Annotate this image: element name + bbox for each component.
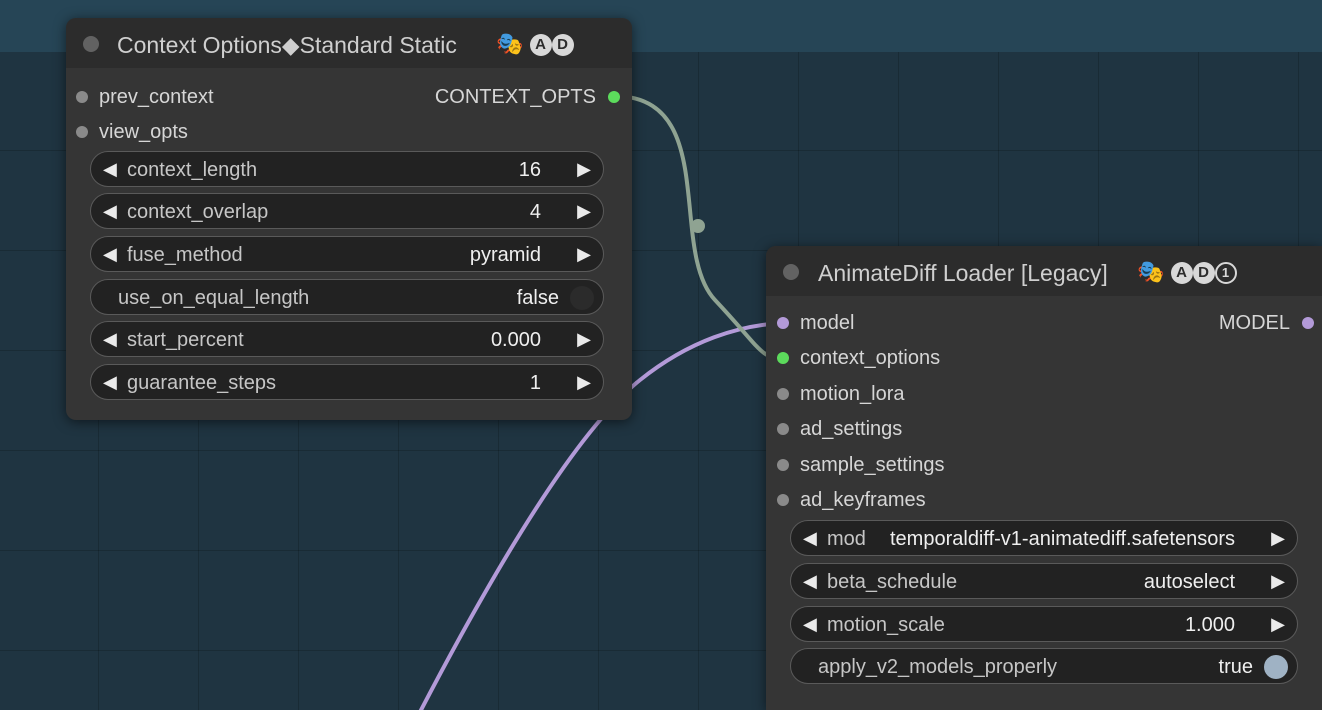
widget-label: motion_scale [827,614,945,636]
output-slot-label: CONTEXT_OPTS [434,86,596,108]
output-slot-dot[interactable] [608,91,620,103]
node-title: AnimateDiff Loader [Legacy] [818,260,1108,286]
widget-value[interactable]: pyramid [470,244,541,267]
decrement-arrow-icon[interactable]: ◀ [103,201,117,222]
input-slot-prev-context[interactable]: prev_context [66,82,366,112]
widget-value[interactable]: 1.000 [1185,614,1235,637]
widget-context-overlap[interactable]: ◀ context_overlap 4 ▶ [90,193,604,229]
widget-value[interactable]: 16 [519,159,541,182]
badge-1-icon: 1 [1214,262,1237,284]
input-slot-context-options[interactable]: context_options [766,343,1066,373]
input-slot-ad-keyframes[interactable]: ad_keyframes [766,485,1066,515]
widget-start-percent[interactable]: ◀ start_percent 0.000 ▶ [90,321,604,357]
widget-value: true [1218,656,1253,678]
previous-option-icon[interactable]: ◀ [803,528,817,549]
animatediff-loader-node[interactable]: AnimateDiff Loader [Legacy] 🎭 AD1 model … [766,246,1322,710]
next-option-icon[interactable]: ▶ [1271,528,1285,549]
decrement-arrow-icon[interactable]: ◀ [103,372,117,393]
node-title: Context Options◆Standard Static [117,32,457,58]
widget-apply-v2-models-properly[interactable]: apply_v2_models_properly true [790,648,1298,684]
increment-arrow-icon[interactable]: ▶ [577,201,591,222]
widget-value[interactable]: 1 [530,372,541,395]
performing-arts-icon: 🎭 [1137,259,1165,284]
context-options-node[interactable]: Context Options◆Standard Static 🎭 AD pre… [66,18,632,420]
input-slot-dot[interactable] [777,459,789,471]
link-midpoint-handle[interactable] [691,219,705,233]
decrement-arrow-icon[interactable]: ◀ [103,329,117,350]
widget-label: guarantee_steps [127,372,277,394]
widget-model-name[interactable]: ◀ mod temporaldiff-v1-animatediff.safete… [790,520,1298,556]
increment-arrow-icon[interactable]: ▶ [1271,614,1285,635]
input-slot-dot[interactable] [777,317,789,329]
widget-value[interactable]: temporaldiff-v1-animatediff.safetensors [890,528,1235,551]
decrement-arrow-icon[interactable]: ◀ [803,614,817,635]
graph-canvas[interactable]: Context Options◆Standard Static 🎭 AD pre… [0,0,1322,710]
input-slot-dot[interactable] [777,423,789,435]
input-slot-dot[interactable] [76,91,88,103]
toggle-on-icon[interactable] [1264,655,1288,679]
decrement-arrow-icon[interactable]: ◀ [103,159,117,180]
widget-motion-scale[interactable]: ◀ motion_scale 1.000 ▶ [790,606,1298,642]
input-slot-model[interactable]: model [766,308,1066,338]
increment-arrow-icon[interactable]: ▶ [577,329,591,350]
input-slot-motion-lora[interactable]: motion_lora [766,379,1066,409]
widget-context-length[interactable]: ◀ context_length 16 ▶ [90,151,604,187]
widget-value: false [516,287,559,309]
input-slot-label: model [800,312,855,334]
widget-label: context_overlap [127,201,269,223]
input-slot-dot[interactable] [777,352,789,364]
output-slot-context-opts[interactable]: CONTEXT_OPTS [372,82,632,112]
node-header[interactable]: Context Options◆Standard Static 🎭 AD [66,18,632,68]
widget-label: beta_schedule [827,571,958,593]
node-header[interactable]: AnimateDiff Loader [Legacy] 🎭 AD1 [766,246,1322,296]
badge-a-icon: A [1170,262,1193,284]
next-option-icon[interactable]: ▶ [1271,571,1285,592]
output-slot-model[interactable]: MODEL [1122,308,1322,338]
toggle-off-icon[interactable] [570,286,594,310]
node-title-icons: 🎭 AD1 [1137,259,1237,285]
widget-label: mod [827,528,866,550]
input-slot-label: motion_lora [800,383,905,405]
input-slot-ad-settings[interactable]: ad_settings [766,414,1066,444]
input-slot-label: ad_keyframes [800,489,926,511]
input-slot-dot[interactable] [777,494,789,506]
widget-use-on-equal-length[interactable]: use_on_equal_length false [90,279,604,315]
badge-d-icon: D [1192,262,1215,284]
collapse-toggle[interactable] [783,264,799,280]
output-slot-label: MODEL [1218,312,1290,334]
widget-guarantee-steps[interactable]: ◀ guarantee_steps 1 ▶ [90,364,604,400]
widget-label: apply_v2_models_properly [818,656,1058,678]
input-slot-dot[interactable] [777,388,789,400]
node-title-icons: 🎭 AD [496,31,574,57]
input-slot-dot[interactable] [76,126,88,138]
input-slot-label: sample_settings [800,454,945,476]
widget-label: fuse_method [127,244,243,266]
widget-value[interactable]: 0.000 [491,329,541,352]
next-option-icon[interactable]: ▶ [577,244,591,265]
widget-label: context_length [127,159,258,181]
widget-fuse-method[interactable]: ◀ fuse_method pyramid ▶ [90,236,604,272]
widget-label: start_percent [127,329,244,351]
input-slot-label: ad_settings [800,418,903,440]
previous-option-icon[interactable]: ◀ [803,571,817,592]
badge-a-icon: A [529,34,552,56]
input-slot-label: prev_context [99,86,214,108]
increment-arrow-icon[interactable]: ▶ [577,372,591,393]
input-slot-label: context_options [800,347,941,369]
input-slot-sample-settings[interactable]: sample_settings [766,450,1066,480]
input-slot-view-opts[interactable]: view_opts [66,117,366,147]
input-slot-label: view_opts [99,121,188,143]
increment-arrow-icon[interactable]: ▶ [577,159,591,180]
widget-label: use_on_equal_length [118,287,310,309]
widget-beta-schedule[interactable]: ◀ beta_schedule autoselect ▶ [790,563,1298,599]
collapse-toggle[interactable] [83,36,99,52]
widget-value[interactable]: autoselect [1144,571,1235,594]
widget-value[interactable]: 4 [530,201,541,224]
output-slot-dot[interactable] [1302,317,1314,329]
badge-d-icon: D [551,34,574,56]
performing-arts-icon: 🎭 [496,31,524,56]
previous-option-icon[interactable]: ◀ [103,244,117,265]
